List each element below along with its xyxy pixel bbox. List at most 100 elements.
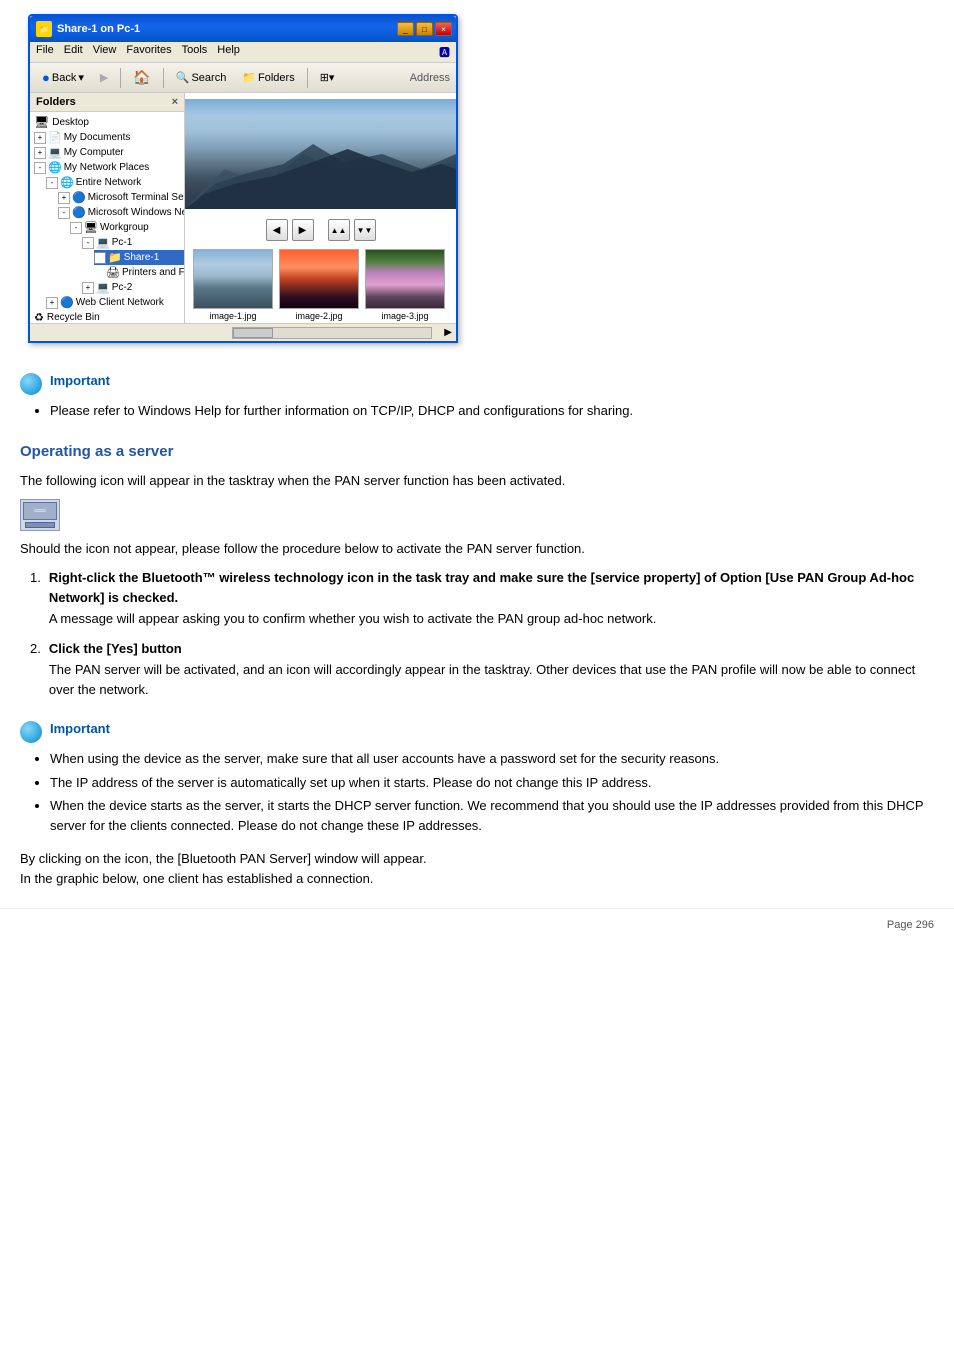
expand-share1[interactable]: +: [94, 252, 106, 264]
statusbar-right-arrow: ▶: [432, 327, 452, 338]
menu-help[interactable]: Help: [217, 44, 240, 60]
zoom-in-button[interactable]: ▲▲: [328, 219, 350, 241]
menubar: File Edit View Favorites Tools Help 🅰: [30, 42, 456, 63]
step-1-content: Right-click the Bluetooth™ wireless tech…: [49, 568, 934, 629]
menu-view[interactable]: View: [93, 44, 117, 60]
tree-label-desktop: Desktop: [52, 117, 89, 128]
tree-item-entirenetwork[interactable]: - 🌐 Entire Network: [46, 175, 184, 190]
expand-networkplaces[interactable]: -: [34, 162, 46, 174]
search-button[interactable]: 🔍 Search: [170, 68, 233, 87]
statusbar: ▶: [30, 323, 456, 341]
zoom-out-button[interactable]: ▼▼: [354, 219, 376, 241]
important-title-1: Important: [50, 371, 110, 391]
tree-label-entirenetwork: Entire Network: [76, 177, 142, 188]
folders-header: Folders ×: [30, 93, 184, 112]
expand-webclient[interactable]: +: [46, 297, 58, 309]
next-button[interactable]: ▶: [292, 219, 314, 241]
forward-button[interactable]: ▶: [94, 68, 114, 87]
expand-msterminal[interactable]: +: [58, 192, 70, 204]
pan-icon-inner: ══: [23, 502, 57, 520]
menu-favorites[interactable]: Favorites: [126, 44, 171, 60]
tree-item-pc2[interactable]: + 💻 Pc-2: [82, 280, 184, 295]
important-item-1-0: Please refer to Windows Help for further…: [50, 401, 934, 421]
mycomputer-icon: 💻: [48, 146, 62, 159]
main-image-area: [185, 93, 456, 215]
thumbnail-1[interactable]: image-1.jpg: [193, 249, 273, 321]
tree-item-mswindows[interactable]: - 🔵 Microsoft Windows Network: [58, 205, 184, 220]
network-icon: 🌐: [60, 176, 74, 189]
tree-item-workgroup[interactable]: - 🖥 Workgroup: [70, 220, 184, 235]
ms-icon-1: 🔵: [72, 191, 86, 204]
expand-workgroup[interactable]: -: [70, 222, 82, 234]
titlebar-left: 📁 Share-1 on Pc-1: [36, 21, 140, 37]
closing-line1: By clicking on the icon, the [Bluetooth …: [20, 849, 934, 869]
pan-server-icon: ══: [20, 499, 60, 531]
workgroup-icon: 🖥: [84, 221, 98, 234]
thumbnail-2[interactable]: image-2.jpg: [279, 249, 359, 321]
page-number: Page 296: [0, 908, 954, 939]
steps-list: 1. Right-click the Bluetooth™ wireless t…: [30, 568, 934, 699]
tree-item-share1[interactable]: + 📁 Share-1: [94, 250, 184, 265]
important-2-body: Important: [50, 719, 110, 739]
back-dropdown-icon: ▾: [78, 71, 84, 84]
tree-item-webclient[interactable]: + 🔵 Web Client Network: [46, 295, 184, 310]
prev-button[interactable]: ◀: [266, 219, 288, 241]
scroll-thumb: [233, 328, 273, 338]
ms-icon-2: 🔵: [72, 206, 86, 219]
important-list-1: Please refer to Windows Help for further…: [50, 401, 934, 421]
step-2-content: Click the [Yes] button The PAN server wi…: [49, 639, 934, 700]
important-icon-2: [20, 721, 42, 743]
step-2-num: 2.: [30, 639, 41, 700]
tree-label-mycomputer: My Computer: [64, 147, 124, 158]
expand-mycomputer[interactable]: +: [34, 147, 46, 159]
thumb-image-1: [193, 249, 273, 309]
important-item-2-1: The IP address of the server is automati…: [50, 773, 934, 793]
statusbar-scrollbar[interactable]: [232, 327, 432, 339]
back-button[interactable]: ● Back ▾: [36, 67, 90, 88]
menu-tools[interactable]: Tools: [182, 44, 208, 60]
step-1-detail: A message will appear asking you to conf…: [49, 609, 934, 629]
expand-entirenetwork[interactable]: -: [46, 177, 58, 189]
tree-item-recycle[interactable]: ♻ Recycle Bin: [34, 310, 184, 323]
page-label: Page 296: [887, 919, 934, 931]
expand-pc2[interactable]: +: [82, 282, 94, 294]
tree-item-mycomputer[interactable]: + 💻 My Computer: [34, 145, 184, 160]
tree-item-desktop[interactable]: 🖥 Desktop: [34, 114, 184, 130]
close-button[interactable]: ×: [435, 22, 452, 36]
tree-item-pc1[interactable]: - 💻 Pc-1: [82, 235, 184, 250]
home-button[interactable]: 🏠: [127, 66, 156, 89]
maximize-button[interactable]: □: [416, 22, 433, 36]
menu-edit[interactable]: Edit: [64, 44, 83, 60]
expand-pc1[interactable]: -: [82, 237, 94, 249]
expand-mswindows[interactable]: -: [58, 207, 70, 219]
mydocs-icon: 📄: [48, 131, 62, 144]
closing-line2: In the graphic below, one client has est…: [20, 869, 934, 889]
thumb-image-3: [365, 249, 445, 309]
tree-item-mydocs[interactable]: + 📄 My Documents: [34, 130, 184, 145]
minimize-button[interactable]: _: [397, 22, 414, 36]
folders-panel: Folders × 🖥 Desktop + 📄 My Documents: [30, 93, 185, 323]
expand-mydocs[interactable]: +: [34, 132, 46, 144]
tree-item-msterminal[interactable]: + 🔵 Microsoft Terminal Services: [58, 190, 184, 205]
folders-button[interactable]: 📁 Folders: [236, 68, 300, 87]
folders-close-button[interactable]: ×: [172, 96, 178, 108]
document-content: Important Please refer to Windows Help f…: [0, 361, 954, 908]
window-title: Share-1 on Pc-1: [57, 23, 140, 35]
toolbar: ● Back ▾ ▶ 🏠 🔍 Search 📁 Folders ⊞▾ Addre…: [30, 63, 456, 93]
back-label: Back: [52, 72, 76, 84]
pan-icon-symbol: ══: [34, 505, 45, 517]
view-button[interactable]: ⊞▾: [314, 68, 341, 87]
pc2-icon: 💻: [96, 281, 110, 294]
section1-intro: The following icon will appear in the ta…: [20, 471, 934, 491]
tree-item-printers[interactable]: 🖨 Printers and Faxes: [106, 265, 184, 280]
important-icon-1: [20, 373, 42, 395]
step-1-num: 1.: [30, 568, 41, 629]
menu-file[interactable]: File: [36, 44, 54, 60]
folders-icon: 📁: [242, 71, 256, 84]
tree-label-msterminal: Microsoft Terminal Services: [88, 192, 184, 203]
tree-label-webclient: Web Client Network: [76, 297, 164, 308]
tree-item-networkplaces[interactable]: - 🌐 My Network Places: [34, 160, 184, 175]
thumbnail-3[interactable]: image-3.jpg: [365, 249, 445, 321]
mountain-svg: [185, 134, 456, 209]
section1-after-icon: Should the icon not appear, please follo…: [20, 539, 934, 559]
